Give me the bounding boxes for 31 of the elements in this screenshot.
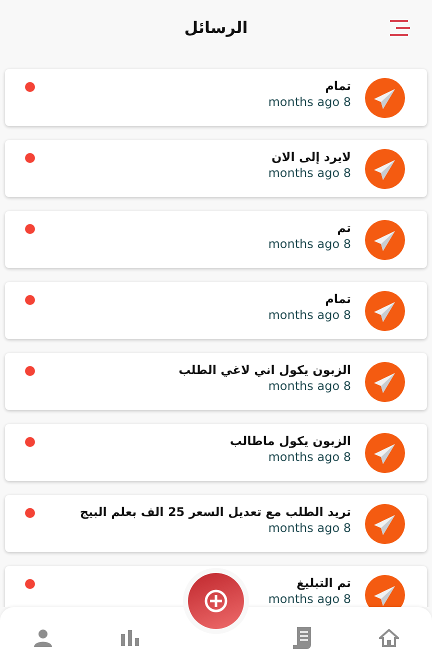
person-icon[interactable] — [34, 629, 52, 647]
paper-plane-icon — [365, 432, 405, 472]
paper-plane-icon — [365, 148, 405, 188]
page-title: الرسائل — [184, 18, 248, 37]
paper-plane-icon — [365, 362, 405, 402]
message-title: الزبون يكول ماطالب — [230, 434, 351, 448]
plus-icon — [204, 589, 228, 613]
message-time: months ago 8 — [268, 450, 351, 464]
message-time: months ago 8 — [268, 236, 351, 250]
document-icon[interactable] — [293, 627, 312, 649]
message-title: تم — [337, 220, 351, 234]
message-time: months ago 8 — [268, 520, 351, 534]
message-title: الزبون يكول اني لاغي الطلب — [178, 362, 351, 376]
message-time: months ago 8 — [268, 378, 351, 392]
menu-icon[interactable] — [390, 19, 412, 37]
home-icon[interactable] — [378, 629, 399, 647]
paper-plane-icon — [365, 290, 405, 330]
message-title: لايرد إلى الان — [272, 150, 351, 164]
message-title: تم التبليغ — [296, 576, 351, 590]
message-time: months ago 8 — [268, 308, 351, 322]
message-time: months ago 8 — [268, 592, 351, 606]
add-button[interactable] — [188, 573, 244, 629]
message-time: months ago 8 — [268, 94, 351, 108]
message-title: تمام — [325, 292, 351, 306]
message-title: تمام — [325, 78, 351, 92]
paper-plane-icon — [365, 504, 405, 544]
message-title: تريد الطلب مع تعديل السعر 25 الف بعلم البيج — [80, 504, 351, 518]
paper-plane-icon — [365, 220, 405, 260]
paper-plane-icon — [365, 78, 405, 118]
bar-chart-icon[interactable] — [120, 630, 139, 646]
message-time: months ago 8 — [268, 166, 351, 180]
